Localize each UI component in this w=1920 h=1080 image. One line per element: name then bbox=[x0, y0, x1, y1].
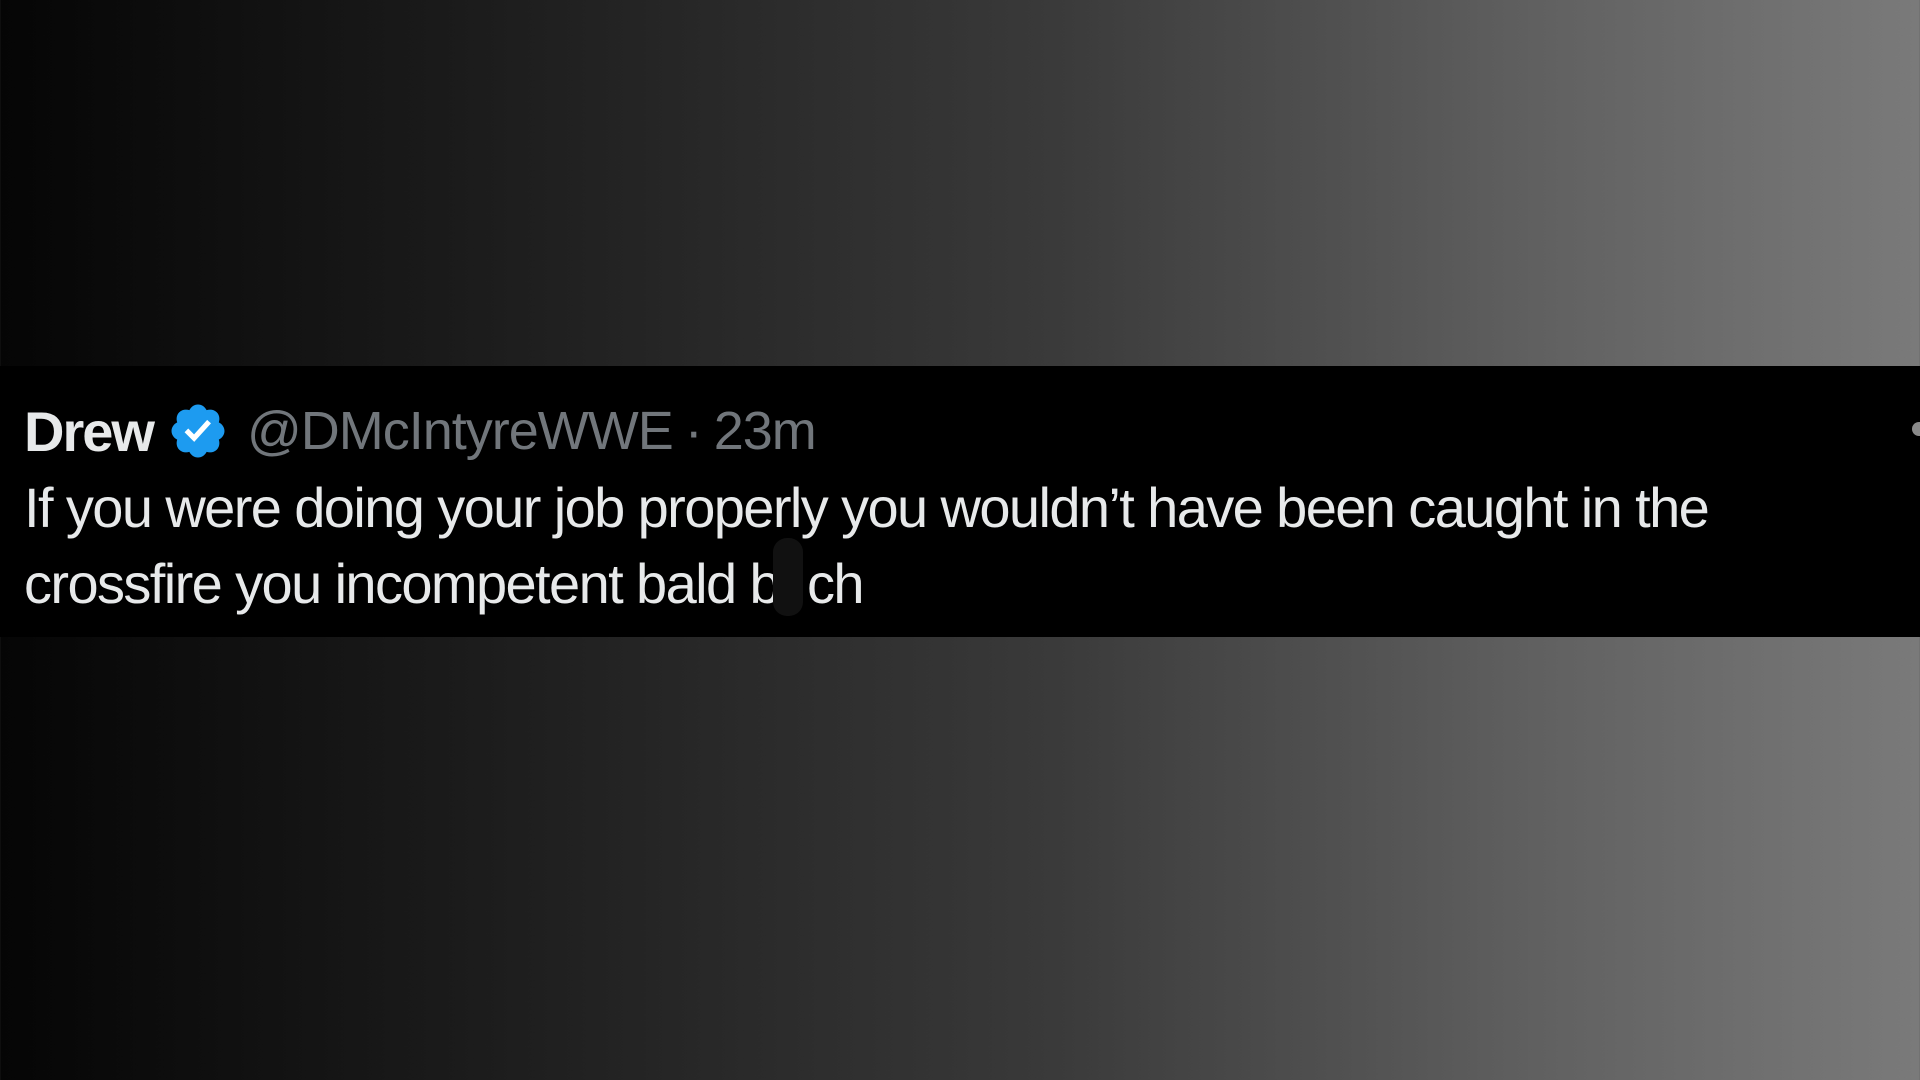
tweet-text-line-1: If you were doing your job properly you … bbox=[24, 476, 1710, 539]
tweet-header: Drew @DMcIntyreWWE · 23m bbox=[24, 396, 1896, 466]
tweet-text: If you were doing your job properly you … bbox=[24, 470, 1920, 622]
censor-blot bbox=[773, 538, 804, 616]
tweet-timestamp[interactable]: 23m bbox=[714, 400, 817, 462]
tweet-card: Drew @DMcIntyreWWE · 23m If you were doi… bbox=[0, 366, 1920, 637]
tweet-text-line-2: crossfire you incompetent bald b ch bbox=[24, 538, 1920, 622]
tweet-text-line-2-start: crossfire you incompetent bald b bbox=[24, 552, 781, 615]
verified-badge-icon[interactable] bbox=[167, 400, 229, 462]
user-handle[interactable]: @DMcIntyreWWE bbox=[247, 400, 674, 462]
header-separator: · bbox=[684, 401, 703, 461]
tweet-text-line-2-end: ch bbox=[806, 552, 865, 615]
censor-mark bbox=[773, 538, 807, 616]
display-name[interactable]: Drew bbox=[24, 399, 155, 464]
more-options-icon[interactable] bbox=[1912, 422, 1920, 436]
